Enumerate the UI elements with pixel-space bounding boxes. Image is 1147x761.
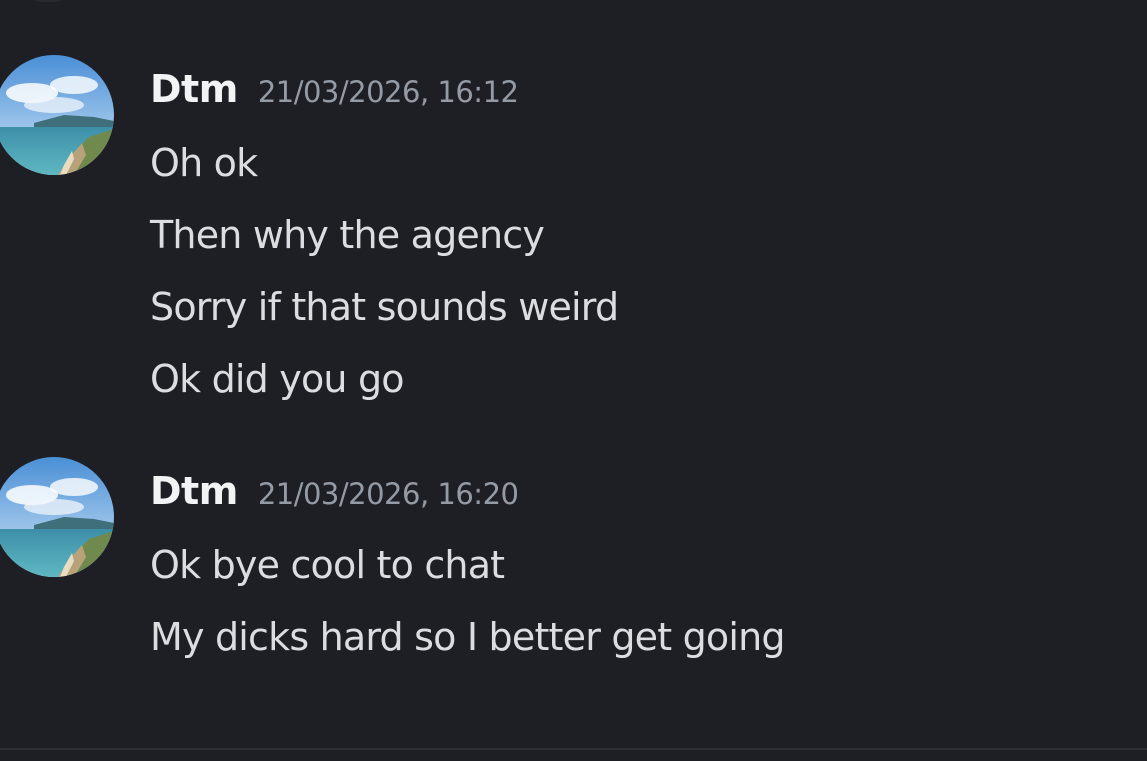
landscape-avatar-icon bbox=[0, 457, 114, 577]
message-header: Dtm 21/03/2026, 16:20 bbox=[150, 469, 519, 515]
landscape-avatar-icon bbox=[0, 55, 114, 175]
message-header: Dtm 21/03/2026, 16:12 bbox=[150, 67, 519, 113]
user-avatar[interactable] bbox=[0, 457, 114, 577]
username[interactable]: Dtm bbox=[150, 67, 238, 111]
message-line[interactable]: My dicks hard so I better get going bbox=[150, 601, 786, 673]
message-line[interactable]: Oh ok bbox=[150, 127, 618, 199]
previous-avatar-edge bbox=[22, 0, 74, 2]
message-line[interactable]: Ok bye cool to chat bbox=[150, 529, 785, 601]
divider bbox=[0, 748, 1147, 750]
message-line[interactable]: Ok did you go bbox=[150, 343, 618, 415]
message-line[interactable]: Sorry if that sounds weird bbox=[150, 271, 619, 343]
message-line[interactable]: Then why the agency bbox=[150, 199, 618, 271]
message-lines: Oh ok Then why the agency Sorry if that … bbox=[150, 127, 619, 415]
username[interactable]: Dtm bbox=[150, 469, 238, 513]
user-avatar[interactable] bbox=[0, 55, 114, 175]
message-lines: Ok bye cool to chat My dicks hard so I b… bbox=[150, 529, 786, 673]
timestamp: 21/03/2026, 16:12 bbox=[257, 75, 519, 109]
timestamp: 21/03/2026, 16:20 bbox=[257, 477, 519, 511]
